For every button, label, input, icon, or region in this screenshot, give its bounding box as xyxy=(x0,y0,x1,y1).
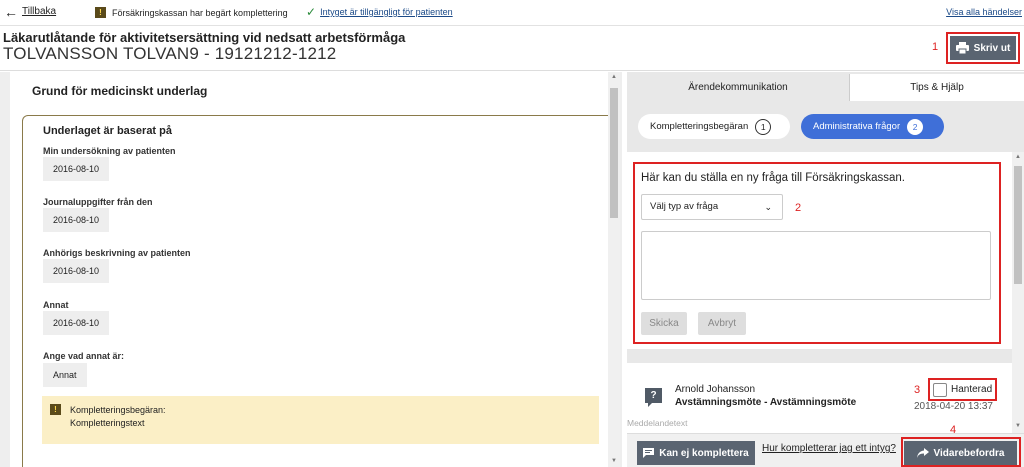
message-author: Arnold Johansson xyxy=(675,384,756,395)
annotation-number: 1 xyxy=(932,41,939,53)
show-all-events-link[interactable]: Visa alla händelser xyxy=(946,7,1022,17)
field-value: 2016-08-10 xyxy=(43,311,110,335)
completion-alert: ! Kompletteringsbegäran: Kompletteringst… xyxy=(42,396,599,444)
new-question-form: Här kan du ställa en ny fråga till Försä… xyxy=(627,152,1013,349)
certificate-title: Läkarutlåtande för aktivitetsersättning … xyxy=(3,30,406,45)
left-scrollbar[interactable]: ▲ ▼ xyxy=(608,72,620,467)
message-preview: Meddelandetext xyxy=(627,418,688,428)
availability-link[interactable]: Intyget är tillgängligt för patienten xyxy=(320,7,453,17)
completion-notice: ! Försäkringskassan har begärt komplette… xyxy=(95,7,288,18)
annotation-box xyxy=(928,378,997,401)
forward-button[interactable]: Vidarebefordra xyxy=(904,441,1017,465)
back-link[interactable]: ← Tillbaka xyxy=(4,3,57,20)
field-label: Annat xyxy=(43,300,69,310)
arrow-left-icon: ← xyxy=(4,3,18,20)
count-badge: 1 xyxy=(755,118,772,135)
forward-icon xyxy=(916,448,929,458)
scroll-up-icon[interactable]: ▲ xyxy=(1012,154,1024,160)
group-title: Underlaget är baserat på xyxy=(43,125,172,137)
right-scrollbar[interactable]: ▲ ▼ xyxy=(1012,152,1024,433)
scroll-up-icon[interactable]: ▲ xyxy=(608,74,620,80)
field-label: Ange vad annat är: xyxy=(43,351,125,361)
filter-label: Kompletteringsbegäran xyxy=(650,121,749,132)
forward-label: Vidarebefordra xyxy=(933,447,1005,459)
message-item: ? Arnold Johansson Avstämningsmöte - Avs… xyxy=(627,363,1013,433)
scroll-down-icon[interactable]: ▼ xyxy=(1012,423,1024,429)
certificate-card: Grund för medicinskt underlag Underlaget… xyxy=(10,72,618,467)
cannot-complete-button[interactable]: Kan ej komplettera xyxy=(637,441,755,465)
side-panel: Ärendekommunikation Tips & Hjälp Komplet… xyxy=(627,72,1024,467)
filter-admin-questions[interactable]: Administrativa frågor 2 xyxy=(801,114,944,139)
annotation-box xyxy=(633,162,1001,344)
message-icon xyxy=(643,448,655,458)
filter-completion-requests[interactable]: Kompletteringsbegäran 1 xyxy=(638,114,790,139)
filter-label: Administrativa frågor xyxy=(813,121,901,132)
field-value: 2016-08-10 xyxy=(43,208,110,232)
field-label: Anhörigs beskrivning av patienten xyxy=(43,248,191,258)
field-label: Min undersökning av patienten xyxy=(43,146,176,156)
warning-icon: ! xyxy=(95,7,106,18)
completion-notice-text: Försäkringskassan har begärt kompletteri… xyxy=(112,7,288,18)
tab-tips-help[interactable]: Tips & Hjälp xyxy=(849,74,1024,101)
patient-name: TOLVANSSON TOLVAN9 - 19121212-1212 xyxy=(3,44,337,63)
tab-communication[interactable]: Ärendekommunikation xyxy=(627,74,849,101)
field-value: Annat xyxy=(43,363,87,387)
action-bar: Kan ej komplettera Hur kompletterar jag … xyxy=(627,424,1024,467)
field-value: 2016-08-10 xyxy=(43,157,110,181)
printer-icon xyxy=(955,42,969,54)
scrollbar-thumb[interactable] xyxy=(610,88,618,218)
alert-text: Kompletteringstext xyxy=(70,418,145,428)
alert-title: Kompletteringsbegäran: xyxy=(70,405,166,415)
scroll-down-icon[interactable]: ▼ xyxy=(608,458,620,464)
message-subject: Avstämningsmöte - Avstämningsmöte xyxy=(675,397,857,408)
annotation-number: 4 xyxy=(950,424,957,436)
top-bar: ← Tillbaka ! Försäkringskassan har begär… xyxy=(0,0,1024,26)
certificate-content: Grund för medicinskt underlag Underlaget… xyxy=(0,72,622,467)
section-title: Grund för medicinskt underlag xyxy=(32,84,208,98)
back-label: Tillbaka xyxy=(22,6,57,17)
certificate-header: Läkarutlåtande för aktivitetsersättning … xyxy=(0,27,1024,71)
field-value: 2016-08-10 xyxy=(43,259,110,283)
field-label: Journaluppgifter från den xyxy=(43,197,153,207)
print-button[interactable]: Skriv ut xyxy=(950,36,1016,60)
count-badge: 2 xyxy=(907,118,924,135)
question-icon: ? xyxy=(645,388,662,407)
message-timestamp: 2018-04-20 13:37 xyxy=(914,401,993,412)
cannot-complete-label: Kan ej komplettera xyxy=(659,447,749,459)
scrollbar-thumb[interactable] xyxy=(1014,166,1022,284)
availability-notice[interactable]: ✓ Intyget är tillgängligt för patienten xyxy=(306,5,453,19)
how-to-complete-link[interactable]: Hur kompletterar jag ett intyg? xyxy=(762,443,896,454)
warning-icon: ! xyxy=(50,404,61,415)
panel-tabs: Ärendekommunikation Tips & Hjälp xyxy=(627,74,1024,101)
checkmark-icon: ✓ xyxy=(306,5,317,19)
print-label: Skriv ut xyxy=(973,42,1011,54)
basis-group: Underlaget är baserat på Min undersöknin… xyxy=(22,115,618,467)
annotation-number: 3 xyxy=(914,384,921,396)
